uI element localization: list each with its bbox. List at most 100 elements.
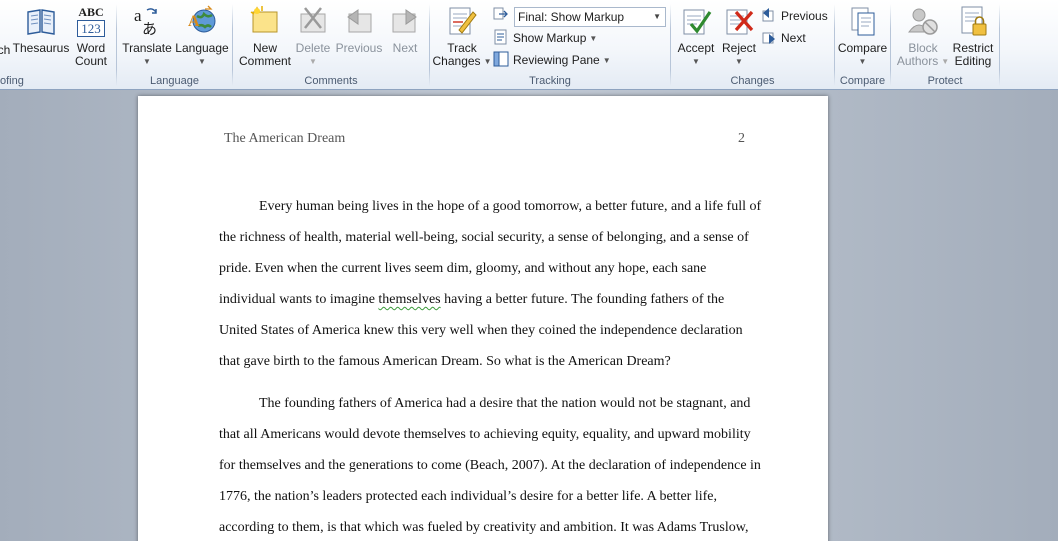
abc-123-icon: ABC 123	[74, 4, 108, 38]
delete-comment-button[interactable]: Delete ▼	[293, 4, 333, 68]
new-comment-button[interactable]: New Comment	[237, 4, 293, 68]
book-icon	[24, 4, 58, 38]
svg-text:あ: あ	[142, 20, 157, 38]
abc-text: ABC	[78, 5, 104, 19]
reject-button[interactable]: Reject ▼	[719, 4, 759, 68]
spelling-label: ch	[0, 43, 11, 57]
thesaurus-button[interactable]: Thesaurus	[12, 4, 70, 55]
svg-text:A: A	[188, 13, 200, 30]
text-line: The founding fathers of America had a de…	[259, 396, 751, 411]
language-button[interactable]: A Language ▼	[173, 4, 231, 68]
next-comment-icon	[388, 4, 422, 38]
document-body[interactable]: Every human being lives in the hope of a…	[219, 191, 762, 541]
text-line: for themselves and the generations to co…	[219, 458, 761, 473]
previous-comment-button[interactable]: Previous	[334, 4, 384, 55]
compare-button[interactable]: Compare ▼	[835, 4, 890, 68]
paragraph-2: The founding fathers of America had a de…	[219, 388, 761, 541]
group-compare: Compare ▼ Compare	[835, 0, 890, 89]
language-dropdown-icon: ▼	[198, 57, 206, 66]
compare-icon	[846, 4, 880, 38]
reject-icon	[722, 4, 756, 38]
thesaurus-label: Thesaurus	[12, 41, 70, 55]
proofing-group-label: ofing	[0, 75, 24, 87]
show-markup-button[interactable]: Show Markup ▼	[493, 28, 597, 48]
block-authors-label-2: Authors	[896, 54, 939, 68]
translate-button[interactable]: a あ Translate ▼	[121, 4, 173, 68]
group-language: a あ Translate ▼ A Language ▼ Language	[117, 0, 232, 89]
group-protect: Block Authors ▼ Restrict Editing Protect	[891, 0, 999, 89]
spelling-button[interactable]: ch	[0, 44, 12, 57]
language-globe-icon: A	[185, 4, 219, 38]
compare-label: Compare	[837, 41, 888, 55]
changes-group-label: Changes	[730, 75, 775, 87]
group-changes: Accept ▼ Reject ▼ Previous Next Changes	[671, 0, 834, 89]
track-changes-button[interactable]: Track Changes ▼	[432, 4, 492, 68]
ribbon: ch Thesaurus ABC 123 Word Count ofing	[0, 0, 1058, 90]
show-markup-icon	[493, 29, 509, 45]
new-comment-label-2: Comment	[238, 54, 291, 68]
reject-dropdown-icon: ▼	[735, 57, 743, 66]
group-proofing: ch Thesaurus ABC 123 Word Count ofing	[0, 0, 115, 89]
text-line: 1776, the nation’s leaders protected eac…	[219, 489, 717, 504]
previous-change-button[interactable]: Previous	[761, 6, 828, 26]
previous-comment-icon	[342, 4, 376, 38]
next-comment-button[interactable]: Next	[384, 4, 426, 55]
display-for-review-icon-holder	[493, 6, 513, 26]
text-line: individual wants to imagine themselves h…	[219, 284, 749, 315]
reviewing-pane-button[interactable]: Reviewing Pane ▼	[493, 50, 611, 70]
reviewing-pane-label: Reviewing Pane	[513, 53, 600, 67]
new-comment-icon	[248, 4, 282, 38]
text-line: pride. Even when the current lives seem …	[219, 261, 707, 276]
translate-label: Translate	[122, 41, 172, 55]
document-canvas[interactable]: The American Dream 2 Every human being l…	[0, 90, 1058, 541]
word-count-label-2: Count	[74, 54, 108, 68]
text-line: the richness of health, material well-be…	[219, 230, 749, 245]
chevron-down-icon: ▼	[653, 12, 661, 21]
reject-label: Reject	[721, 41, 756, 55]
restrict-editing-button[interactable]: Restrict Editing	[949, 4, 997, 68]
tracking-group-label: Tracking	[529, 75, 571, 87]
word-count-button[interactable]: ABC 123 Word Count	[72, 4, 110, 68]
translate-icon: a あ	[130, 4, 164, 38]
text-line: United States of America knew this very …	[219, 323, 743, 338]
block-authors-button[interactable]: Block Authors ▼	[895, 4, 951, 68]
language-group-label: Language	[150, 75, 199, 87]
display-for-review-icon	[493, 7, 509, 23]
language-label: Language	[175, 41, 229, 55]
text-span: individual wants to imagine	[219, 292, 379, 307]
group-comments: New Comment Delete ▼ Previous Next Comme…	[233, 0, 429, 89]
block-authors-dropdown-icon: ▼	[941, 57, 950, 66]
separator	[999, 4, 1000, 86]
show-markup-dropdown-icon: ▼	[589, 34, 598, 43]
compare-group-label: Compare	[839, 75, 886, 87]
restrict-editing-icon	[956, 4, 990, 38]
grammar-flagged-word[interactable]: themselves	[378, 292, 440, 307]
display-for-review-dropdown[interactable]: Final: Show Markup ▼	[514, 7, 666, 27]
next-change-label: Next	[781, 31, 806, 45]
running-header-title: The American Dream	[224, 131, 346, 146]
running-header-page-number: 2	[738, 131, 745, 146]
accept-label: Accept	[677, 41, 715, 55]
delete-dropdown-icon: ▼	[309, 57, 317, 66]
delete-comment-icon	[296, 4, 330, 38]
text-line: Every human being lives in the hope of a…	[259, 199, 762, 214]
show-markup-label: Show Markup	[513, 31, 587, 45]
next-change-icon	[761, 29, 777, 45]
block-authors-icon	[906, 4, 940, 38]
next-change-button[interactable]: Next	[761, 28, 806, 48]
document-page[interactable]: The American Dream 2 Every human being l…	[138, 96, 828, 541]
text-line: that gave birth to the famous American D…	[219, 354, 671, 369]
compare-dropdown-icon: ▼	[858, 57, 867, 66]
accept-button[interactable]: Accept ▼	[673, 4, 719, 68]
previous-change-label: Previous	[781, 9, 828, 23]
paragraph-1: Every human being lives in the hope of a…	[219, 191, 762, 377]
accept-dropdown-icon: ▼	[692, 57, 700, 66]
text-line: according to them, is that which was fue…	[219, 520, 749, 535]
previous-label: Previous	[335, 41, 383, 55]
previous-change-icon	[761, 7, 777, 23]
svg-text:a: a	[134, 6, 142, 25]
reviewing-pane-dropdown-icon: ▼	[602, 56, 611, 65]
reviewing-pane-icon	[493, 51, 509, 67]
next-label: Next	[392, 41, 418, 55]
protect-group-label: Protect	[927, 75, 963, 87]
